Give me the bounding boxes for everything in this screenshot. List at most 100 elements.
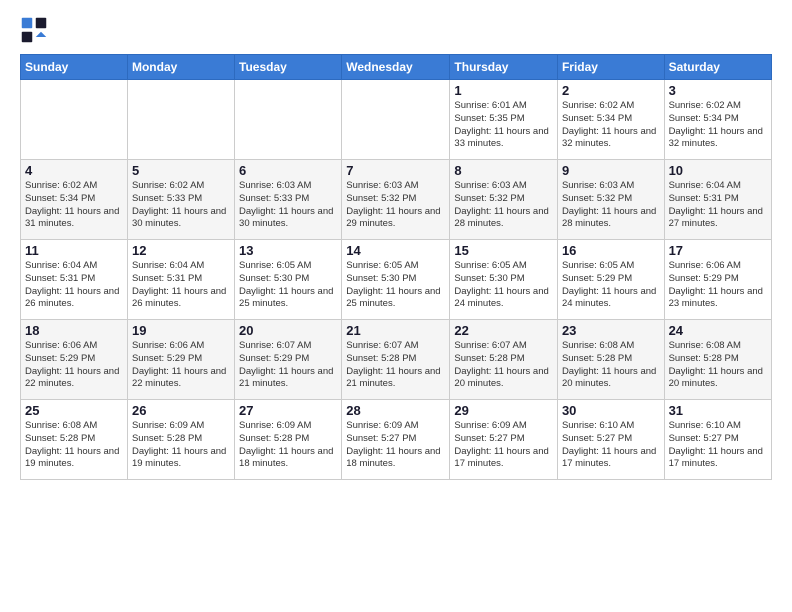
calendar-cell: 7 Sunrise: 6:03 AM Sunset: 5:32 PM Daylig…: [342, 160, 450, 240]
day-info: Sunrise: 6:08 AM Sunset: 5:28 PM Dayligh…: [562, 340, 660, 391]
calendar-cell: [127, 80, 234, 160]
day-number: 21: [346, 323, 445, 338]
calendar-cell: 9Sunrise: 6:03 AM Sunset: 5:32 PM Daylig…: [557, 160, 664, 240]
day-info: Sunrise: 6:02 AM Sunset: 5:34 PM Dayligh…: [562, 100, 660, 151]
day-number: 11: [25, 243, 123, 258]
day-number: 16: [562, 243, 660, 258]
day-number: 23: [562, 323, 660, 338]
day-number: 7: [346, 163, 445, 178]
calendar-cell: 12 Sunrise: 6:04 AM Sunset: 5:31 PM Dayli…: [127, 240, 234, 320]
day-number: 28: [346, 403, 445, 418]
calendar-cell: 14Sunrise: 6:05 AM Sunset: 5:30 PM Dayli…: [342, 240, 450, 320]
day-number: 9: [562, 163, 660, 178]
calendar-cell: 28 Sunrise: 6:09 AM Sunset: 5:27 PM Dayli…: [342, 400, 450, 480]
logo-icon: [20, 16, 48, 44]
weekday-header: Friday: [557, 55, 664, 80]
day-info: Sunrise: 6:10 AM Sunset: 5:27 PM Dayligh…: [562, 420, 660, 471]
calendar-cell: 13Sunrise: 6:05 AM Sunset: 5:30 PM Dayli…: [235, 240, 342, 320]
calendar-cell: 19Sunrise: 6:06 AM Sunset: 5:29 PM Dayli…: [127, 320, 234, 400]
day-number: 24: [669, 323, 767, 338]
calendar-cell: 17 Sunrise: 6:06 AM Sunset: 5:29 PM Dayli…: [664, 240, 771, 320]
day-number: 15: [454, 243, 553, 258]
day-number: 12: [132, 243, 230, 258]
day-info: Sunrise: 6:03 AM Sunset: 5:32 PM Dayligh…: [454, 180, 553, 231]
day-number: 5: [132, 163, 230, 178]
day-number: 2: [562, 83, 660, 98]
calendar-cell: 8 Sunrise: 6:03 AM Sunset: 5:32 PM Daylig…: [450, 160, 558, 240]
calendar-cell: 5 Sunrise: 6:02 AM Sunset: 5:33 PM Daylig…: [127, 160, 234, 240]
day-number: 4: [25, 163, 123, 178]
calendar-cell: 6 Sunrise: 6:03 AM Sunset: 5:33 PM Daylig…: [235, 160, 342, 240]
day-info: Sunrise: 6:02 AM Sunset: 5:34 PM Dayligh…: [25, 180, 123, 231]
calendar-cell: 31Sunrise: 6:10 AM Sunset: 5:27 PM Dayli…: [664, 400, 771, 480]
weekday-header: Thursday: [450, 55, 558, 80]
logo: [20, 16, 52, 44]
calendar-header-row: SundayMondayTuesdayWednesdayThursdayFrid…: [21, 55, 772, 80]
weekday-header: Monday: [127, 55, 234, 80]
calendar-cell: 3 Sunrise: 6:02 AM Sunset: 5:34 PM Daylig…: [664, 80, 771, 160]
day-number: 14: [346, 243, 445, 258]
day-info: Sunrise: 6:04 AM Sunset: 5:31 PM Dayligh…: [25, 260, 123, 311]
calendar-week-row: 11 Sunrise: 6:04 AM Sunset: 5:31 PM Dayli…: [21, 240, 772, 320]
day-info: Sunrise: 6:09 AM Sunset: 5:27 PM Dayligh…: [454, 420, 553, 471]
calendar-cell: 29 Sunrise: 6:09 AM Sunset: 5:27 PM Dayli…: [450, 400, 558, 480]
calendar-cell: 21 Sunrise: 6:07 AM Sunset: 5:28 PM Dayli…: [342, 320, 450, 400]
day-number: 3: [669, 83, 767, 98]
calendar-cell: 30 Sunrise: 6:10 AM Sunset: 5:27 PM Dayli…: [557, 400, 664, 480]
day-number: 22: [454, 323, 553, 338]
calendar-cell: 23 Sunrise: 6:08 AM Sunset: 5:28 PM Dayli…: [557, 320, 664, 400]
day-info: Sunrise: 6:09 AM Sunset: 5:28 PM Dayligh…: [132, 420, 230, 471]
day-number: 20: [239, 323, 337, 338]
calendar-cell: 20Sunrise: 6:07 AM Sunset: 5:29 PM Dayli…: [235, 320, 342, 400]
day-info: Sunrise: 6:05 AM Sunset: 5:29 PM Dayligh…: [562, 260, 660, 311]
calendar-cell: [342, 80, 450, 160]
day-number: 25: [25, 403, 123, 418]
calendar-cell: 1 Sunrise: 6:01 AM Sunset: 5:35 PM Daylig…: [450, 80, 558, 160]
day-number: 6: [239, 163, 337, 178]
day-info: Sunrise: 6:09 AM Sunset: 5:27 PM Dayligh…: [346, 420, 445, 471]
day-number: 31: [669, 403, 767, 418]
day-number: 17: [669, 243, 767, 258]
day-number: 18: [25, 323, 123, 338]
calendar-cell: 27 Sunrise: 6:09 AM Sunset: 5:28 PM Dayli…: [235, 400, 342, 480]
calendar-week-row: 1 Sunrise: 6:01 AM Sunset: 5:35 PM Daylig…: [21, 80, 772, 160]
day-number: 10: [669, 163, 767, 178]
calendar-cell: 10Sunrise: 6:04 AM Sunset: 5:31 PM Dayli…: [664, 160, 771, 240]
calendar-week-row: 4 Sunrise: 6:02 AM Sunset: 5:34 PM Daylig…: [21, 160, 772, 240]
calendar-cell: 15 Sunrise: 6:05 AM Sunset: 5:30 PM Dayli…: [450, 240, 558, 320]
day-info: Sunrise: 6:06 AM Sunset: 5:29 PM Dayligh…: [25, 340, 123, 391]
calendar-cell: 18 Sunrise: 6:06 AM Sunset: 5:29 PM Dayli…: [21, 320, 128, 400]
day-info: Sunrise: 6:01 AM Sunset: 5:35 PM Dayligh…: [454, 100, 553, 151]
calendar-cell: 25 Sunrise: 6:08 AM Sunset: 5:28 PM Dayli…: [21, 400, 128, 480]
calendar-cell: 16 Sunrise: 6:05 AM Sunset: 5:29 PM Dayli…: [557, 240, 664, 320]
day-info: Sunrise: 6:06 AM Sunset: 5:29 PM Dayligh…: [132, 340, 230, 391]
calendar-cell: 22 Sunrise: 6:07 AM Sunset: 5:28 PM Dayli…: [450, 320, 558, 400]
calendar-week-row: 25 Sunrise: 6:08 AM Sunset: 5:28 PM Dayli…: [21, 400, 772, 480]
day-info: Sunrise: 6:08 AM Sunset: 5:28 PM Dayligh…: [25, 420, 123, 471]
day-info: Sunrise: 6:07 AM Sunset: 5:28 PM Dayligh…: [346, 340, 445, 391]
calendar-cell: 4 Sunrise: 6:02 AM Sunset: 5:34 PM Daylig…: [21, 160, 128, 240]
weekday-header: Saturday: [664, 55, 771, 80]
day-info: Sunrise: 6:09 AM Sunset: 5:28 PM Dayligh…: [239, 420, 337, 471]
day-info: Sunrise: 6:04 AM Sunset: 5:31 PM Dayligh…: [132, 260, 230, 311]
day-number: 26: [132, 403, 230, 418]
calendar-cell: 11 Sunrise: 6:04 AM Sunset: 5:31 PM Dayli…: [21, 240, 128, 320]
day-info: Sunrise: 6:07 AM Sunset: 5:28 PM Dayligh…: [454, 340, 553, 391]
day-number: 13: [239, 243, 337, 258]
day-info: Sunrise: 6:02 AM Sunset: 5:33 PM Dayligh…: [132, 180, 230, 231]
calendar: SundayMondayTuesdayWednesdayThursdayFrid…: [20, 54, 772, 480]
day-info: Sunrise: 6:06 AM Sunset: 5:29 PM Dayligh…: [669, 260, 767, 311]
day-number: 27: [239, 403, 337, 418]
calendar-week-row: 18 Sunrise: 6:06 AM Sunset: 5:29 PM Dayli…: [21, 320, 772, 400]
calendar-cell: 2 Sunrise: 6:02 AM Sunset: 5:34 PM Daylig…: [557, 80, 664, 160]
day-number: 30: [562, 403, 660, 418]
day-info: Sunrise: 6:03 AM Sunset: 5:32 PM Dayligh…: [346, 180, 445, 231]
day-info: Sunrise: 6:08 AM Sunset: 5:28 PM Dayligh…: [669, 340, 767, 391]
day-number: 8: [454, 163, 553, 178]
day-info: Sunrise: 6:02 AM Sunset: 5:34 PM Dayligh…: [669, 100, 767, 151]
day-info: Sunrise: 6:05 AM Sunset: 5:30 PM Dayligh…: [454, 260, 553, 311]
day-info: Sunrise: 6:03 AM Sunset: 5:33 PM Dayligh…: [239, 180, 337, 231]
day-number: 1: [454, 83, 553, 98]
day-number: 29: [454, 403, 553, 418]
weekday-header: Sunday: [21, 55, 128, 80]
